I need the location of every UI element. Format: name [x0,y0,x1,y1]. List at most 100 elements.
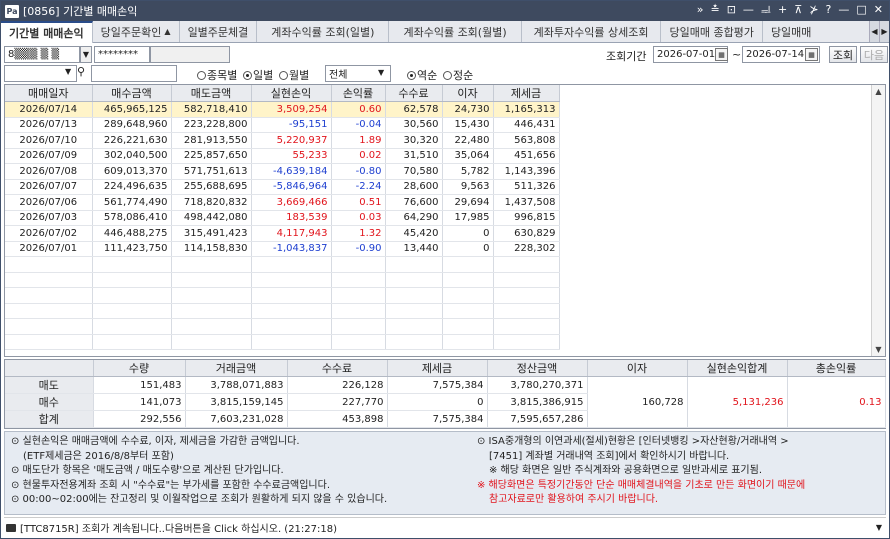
summary-interest: 160,728 [587,376,688,428]
summary-amount: 3,788,071,883 [185,376,288,394]
minimize-icon[interactable]: — [838,3,849,19]
table-header-row: 매매일자 매수금액 매도금액 실현손익 손익률 수수료 이자 제세금 [5,85,560,102]
table-cell: 571,751,613 [171,163,252,180]
tab-monthly-return[interactable]: 계좌수익률 조회(월별) [389,21,522,42]
table-cell: 2026/07/06 [5,194,93,211]
tab-next-icon[interactable]: ▶ [879,21,889,42]
table-cell: 1,437,508 [493,194,560,211]
column-header[interactable]: 제세금 [493,85,560,102]
account-select[interactable]: 8▒▒▒ ▒ ▒ [4,46,80,63]
account-dropdown-icon[interactable]: ▼ [80,46,92,63]
note-warning-line: ※ 해당화면은 특정기간동안 단순 매매체결내역을 기초로 만든 화면이기 때문… [477,479,806,491]
tab-today-evaluation[interactable]: 당일매매 종합평가 [661,21,763,42]
empty-row [5,303,560,319]
summary-settle: 7,595,657,286 [487,410,588,428]
table-row[interactable]: 2026/07/03 578,086,410 498,442,080 183,539 0… [5,210,560,226]
radio-monthly-circle [279,71,288,80]
note-line: ※ 해당 화면은 일반 주식계좌와 공용화면으로 일반과세로 표기됨. [489,465,763,476]
scroll-up-icon[interactable]: ▲ [872,85,885,98]
vertical-scrollbar[interactable]: ▲ ▼ [871,85,885,356]
column-header[interactable]: 실현손익 [251,85,332,102]
tab-bar: 기간별 매매손익 당일주문확인 ▲ 일별주문체결 계좌수익률 조회(일별) 계좌수… [1,21,889,43]
table-row[interactable]: 2026/07/02 446,488,275 315,491,423 4,117,94… [5,225,560,242]
filter-dropdown-icon[interactable]: ▼ [378,68,384,77]
query-button[interactable]: 조회 [829,46,857,63]
tab-today-orders[interactable]: 당일주문확인 ▲ [93,21,180,42]
table-cell: -2.24 [331,179,386,195]
empty-cell [251,272,332,288]
table-cell: -4,639,184 [251,163,332,180]
empty-cell [92,334,172,350]
close-icon[interactable]: ✕ [874,3,883,19]
tab-daily-executions[interactable]: 일별주문체결 [180,21,258,42]
link-icon[interactable]: ≛ [710,3,719,19]
radio-desc[interactable]: 역순 [407,67,437,83]
empty-cell [251,256,332,273]
table-cell: 64,290 [385,210,443,226]
table-cell: 289,648,960 [92,117,172,133]
tab-daily-return[interactable]: 계좌수익률 조회(일별) [257,21,390,42]
table-row[interactable]: 2026/07/07 224,496,635 255,688,695 -5,846,9… [5,179,560,195]
table-cell: 45,420 [385,225,443,242]
empty-cell [385,303,443,319]
stock-dropdown-icon[interactable]: ▼ [65,67,71,76]
minus-icon[interactable]: — [743,3,754,19]
table-row[interactable]: 2026/07/13 289,648,960 223,228,800 -95,151-… [5,117,560,133]
table-cell: 2026/07/09 [5,148,93,164]
radio-daily[interactable]: 일별 [243,67,273,83]
radio-daily-label: 일별 [253,69,274,82]
scroll-down-icon[interactable]: ▼ [872,343,885,356]
status-bar: [TTC8715R] 조회가 계속됩니다..다음버튼을 Click 하십시오. … [4,517,886,537]
calendar-to-icon[interactable]: ▦ [805,48,818,61]
table-cell: 0 [442,241,494,257]
column-header[interactable]: 수수료 [385,85,443,102]
table-cell: 22,480 [442,132,494,149]
table-row[interactable]: 2026/07/10 226,221,630 281,913,550 5,220,93… [5,132,560,149]
tab-period-pnl[interactable]: 기간별 매매손익 [1,21,93,43]
radio-monthly[interactable]: 월별 [279,67,309,83]
table-cell: 225,857,650 [171,148,252,164]
column-header[interactable]: 손익률 [331,85,386,102]
table-cell: 9,563 [442,179,494,195]
column-header[interactable]: 이자 [442,85,494,102]
empty-cell [171,287,252,304]
tab-return-detail[interactable]: 계좌투자수익률 상세조회 [522,21,662,42]
radio-item[interactable]: 종목별 [197,67,237,83]
empty-row [5,334,560,350]
column-header[interactable]: 매도금액 [171,85,252,102]
status-dropdown-icon[interactable]: ▼ [876,523,882,532]
screen-icon[interactable]: ⊡ [727,3,736,19]
settings-icon[interactable]: ⊁ [809,3,818,19]
help-icon[interactable]: ? [826,3,832,19]
summary-qty: 141,073 [93,393,186,411]
table-cell: 578,086,410 [92,210,172,226]
top-pin-icon[interactable]: ⊼ [794,3,802,19]
expand-icon[interactable]: » [697,3,704,19]
column-header[interactable]: 매수금액 [92,85,172,102]
note-line: ⊙ 현물투자전용계좌 조회 시 "수수료"는 부가세를 포함한 수수료금액입니다… [11,479,331,491]
tab-prev-icon[interactable]: ◀ [869,21,879,42]
password-field[interactable]: ******** [94,46,150,63]
calendar-from-icon[interactable]: ▦ [715,48,728,61]
pin-icon[interactable]: ᆗ [761,3,771,19]
tab-today-trading[interactable]: 당일매매 [763,21,819,42]
empty-cell [5,256,93,273]
maximize-icon[interactable]: □ [856,3,866,19]
empty-cell [442,256,494,273]
table-row[interactable]: 2026/07/08 609,013,370 571,751,613 -4,639,1… [5,163,560,180]
search-icon[interactable]: ⚲ [77,65,85,78]
next-button[interactable]: 다음 [860,46,888,63]
column-header[interactable]: 매매일자 [5,85,93,102]
empty-cell [171,303,252,319]
plus-icon[interactable]: + [778,3,787,19]
empty-cell [331,256,386,273]
table-cell: 13,440 [385,241,443,257]
table-row[interactable]: 2026/07/14 465,965,125 582,718,410 3,509,25… [5,101,560,118]
radio-asc[interactable]: 정순 [443,67,473,83]
table-row[interactable]: 2026/07/06 561,774,490 718,820,832 3,669,46… [5,194,560,211]
empty-cell [251,303,332,319]
table-row[interactable]: 2026/07/09 302,040,500 225,857,650 55,233 0.… [5,148,560,164]
table-cell: 5,782 [442,163,494,180]
table-row[interactable]: 2026/07/01 111,423,750 114,158,830 -1,043,8… [5,241,560,257]
status-message: [TTC8715R] 조회가 계속됩니다..다음버튼을 Click 하십시오. … [20,524,338,535]
